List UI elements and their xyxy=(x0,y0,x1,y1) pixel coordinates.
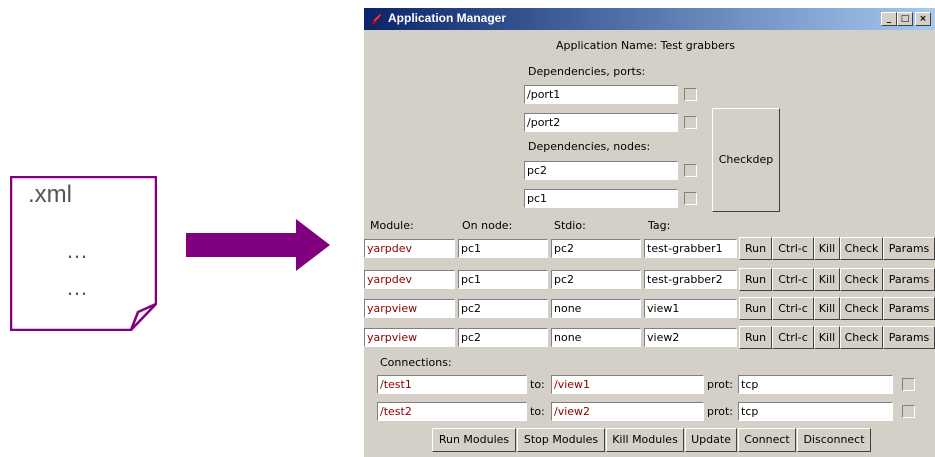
module-stdio-field[interactable]: none xyxy=(551,299,641,318)
connection-protocol-field[interactable]: tcp xyxy=(738,375,893,394)
port-dependency-checkbox-2[interactable] xyxy=(684,116,697,129)
tk-feather-icon xyxy=(371,13,383,25)
module-name-field[interactable]: yarpview xyxy=(364,328,455,347)
document-dots-line-1: … xyxy=(66,238,89,263)
module-params-button[interactable]: Params xyxy=(883,237,935,260)
maximize-button[interactable]: □ xyxy=(897,12,913,26)
module-ctrlc-button[interactable]: Ctrl-c xyxy=(772,326,814,349)
module-run-button[interactable]: Run xyxy=(739,268,772,291)
on-node-column-header: On node: xyxy=(462,219,513,232)
run-modules-button[interactable]: Run Modules xyxy=(432,428,516,452)
minimize-button[interactable]: _ xyxy=(881,12,897,26)
connection-protocol-field[interactable]: tcp xyxy=(738,402,893,421)
checkdep-button[interactable]: Checkdep xyxy=(712,108,780,212)
stdio-column-header: Stdio: xyxy=(554,219,586,232)
node-dependency-checkbox-1[interactable] xyxy=(684,164,697,177)
connection-to-field[interactable]: /view2 xyxy=(551,402,704,421)
module-ctrlc-button[interactable]: Ctrl-c xyxy=(772,297,814,320)
kill-modules-button[interactable]: Kill Modules xyxy=(606,428,684,452)
module-kill-button[interactable]: Kill xyxy=(814,268,840,291)
connection-prot-label: prot: xyxy=(707,405,734,418)
module-tag-field[interactable]: view2 xyxy=(644,328,737,347)
module-kill-button[interactable]: Kill xyxy=(814,326,840,349)
module-params-button[interactable]: Params xyxy=(883,326,935,349)
connection-to-label: to: xyxy=(530,378,545,391)
module-kill-button[interactable]: Kill xyxy=(814,297,840,320)
update-button[interactable]: Update xyxy=(685,428,737,452)
dependencies-ports-label: Dependencies, ports: xyxy=(528,65,646,78)
connect-button[interactable]: Connect xyxy=(738,428,796,452)
module-run-button[interactable]: Run xyxy=(739,297,772,320)
module-run-button[interactable]: Run xyxy=(739,326,772,349)
xml-file-label: .xml xyxy=(28,181,72,208)
module-stdio-field[interactable]: pc2 xyxy=(551,239,641,258)
window-title: Application Manager xyxy=(388,11,507,25)
dependencies-nodes-label: Dependencies, nodes: xyxy=(528,140,651,153)
module-ctrlc-button[interactable]: Ctrl-c xyxy=(772,237,814,260)
application-name-label: Application Name: Test grabbers xyxy=(556,39,736,52)
connection-from-field[interactable]: /test2 xyxy=(377,402,527,421)
node-dependency-checkbox-2[interactable] xyxy=(684,192,697,205)
node-dependency-field-2[interactable]: pc1 xyxy=(524,189,678,208)
module-kill-button[interactable]: Kill xyxy=(814,237,840,260)
module-params-button[interactable]: Params xyxy=(883,297,935,320)
close-button[interactable]: × xyxy=(915,12,931,26)
module-check-button[interactable]: Check xyxy=(840,297,883,320)
module-tag-field[interactable]: test-grabber2 xyxy=(644,270,737,289)
port-dependency-field-2[interactable]: /port2 xyxy=(524,113,678,132)
module-tag-field[interactable]: view1 xyxy=(644,299,737,318)
module-node-field[interactable]: pc2 xyxy=(458,328,548,347)
connection-checkbox[interactable] xyxy=(902,378,915,391)
tag-column-header: Tag: xyxy=(648,219,671,232)
module-node-field[interactable]: pc2 xyxy=(458,299,548,318)
right-arrow-icon xyxy=(186,219,330,271)
connections-label: Connections: xyxy=(380,356,452,369)
application-manager-window: Application Manager _ □ × Application Na… xyxy=(364,8,935,457)
module-node-field[interactable]: pc1 xyxy=(458,239,548,258)
port-dependency-field-1[interactable]: /port1 xyxy=(524,85,678,104)
port-dependency-checkbox-1[interactable] xyxy=(684,88,697,101)
module-run-button[interactable]: Run xyxy=(739,237,772,260)
module-check-button[interactable]: Check xyxy=(840,326,883,349)
connection-prot-label: prot: xyxy=(707,378,734,391)
module-stdio-field[interactable]: pc2 xyxy=(551,270,641,289)
module-name-field[interactable]: yarpview xyxy=(364,299,455,318)
title-bar[interactable]: Application Manager _ □ × xyxy=(364,8,935,30)
disconnect-button[interactable]: Disconnect xyxy=(797,428,871,452)
module-column-header: Module: xyxy=(370,219,414,232)
module-node-field[interactable]: pc1 xyxy=(458,270,548,289)
module-check-button[interactable]: Check xyxy=(840,237,883,260)
module-check-button[interactable]: Check xyxy=(840,268,883,291)
module-stdio-field[interactable]: none xyxy=(551,328,641,347)
connection-checkbox[interactable] xyxy=(902,405,915,418)
node-dependency-field-1[interactable]: pc2 xyxy=(524,161,678,180)
module-params-button[interactable]: Params xyxy=(883,268,935,291)
connection-to-label: to: xyxy=(530,405,545,418)
document-dots-line-2: … xyxy=(66,275,89,300)
stop-modules-button[interactable]: Stop Modules xyxy=(517,428,605,452)
module-name-field[interactable]: yarpdev xyxy=(364,239,455,258)
module-ctrlc-button[interactable]: Ctrl-c xyxy=(772,268,814,291)
connection-from-field[interactable]: /test1 xyxy=(377,375,527,394)
module-tag-field[interactable]: test-grabber1 xyxy=(644,239,737,258)
module-name-field[interactable]: yarpdev xyxy=(364,270,455,289)
connection-to-field[interactable]: /view1 xyxy=(551,375,704,394)
